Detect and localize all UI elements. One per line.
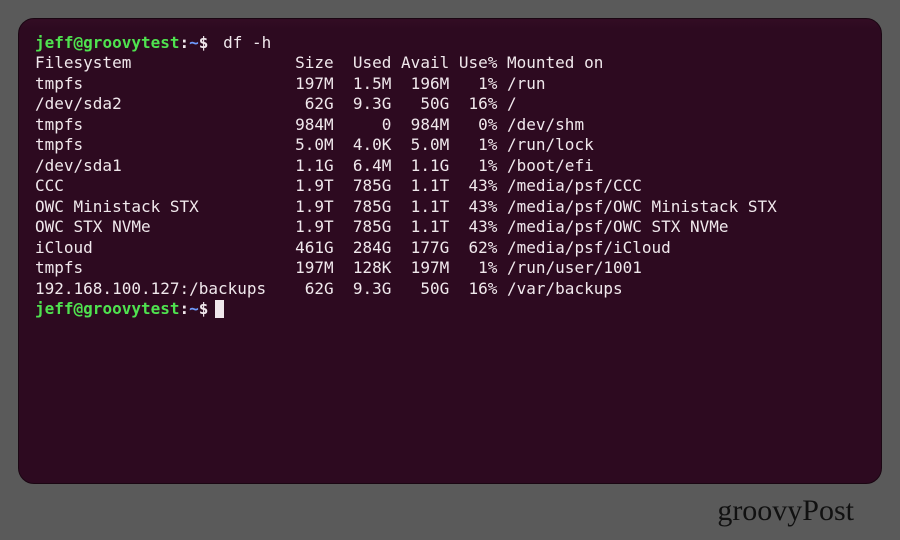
prompt-user: jeff: [35, 33, 74, 52]
prompt-dollar: $: [199, 33, 209, 52]
command-text: df -h: [223, 33, 271, 52]
watermark-text: groovyPost: [18, 484, 882, 528]
df-row: CCC 1.9T 785G 1.1T 43% /media/psf/CCC: [35, 176, 865, 196]
prompt-colon: :: [180, 33, 190, 52]
prompt-path: ~: [189, 299, 199, 318]
df-row: 192.168.100.127:/backups 62G 9.3G 50G 16…: [35, 279, 865, 299]
df-row: /dev/sda1 1.1G 6.4M 1.1G 1% /boot/efi: [35, 156, 865, 176]
prompt-colon: :: [180, 299, 190, 318]
df-row: iCloud 461G 284G 177G 62% /media/psf/iCl…: [35, 238, 865, 258]
prompt-line-2: jeff@groovytest:~$: [35, 299, 865, 319]
prompt-user: jeff: [35, 299, 74, 318]
prompt-line-1: jeff@groovytest:~$ df -h: [35, 33, 865, 53]
prompt-path: ~: [189, 33, 199, 52]
prompt-at: @: [74, 33, 84, 52]
df-row: /dev/sda2 62G 9.3G 50G 16% /: [35, 94, 865, 114]
screenshot-wrapper: jeff@groovytest:~$ df -h Filesystem Size…: [0, 0, 900, 540]
df-row: OWC Ministack STX 1.9T 785G 1.1T 43% /me…: [35, 197, 865, 217]
df-body: tmpfs 197M 1.5M 196M 1% /run/dev/sda2 62…: [35, 74, 865, 299]
df-row: tmpfs 984M 0 984M 0% /dev/shm: [35, 115, 865, 135]
df-row: tmpfs 5.0M 4.0K 5.0M 1% /run/lock: [35, 135, 865, 155]
df-row: OWC STX NVMe 1.9T 785G 1.1T 43% /media/p…: [35, 217, 865, 237]
window-titlebar: [19, 19, 881, 29]
df-header-row: Filesystem Size Used Avail Use% Mounted …: [35, 53, 865, 73]
df-row: tmpfs 197M 128K 197M 1% /run/user/1001: [35, 258, 865, 278]
prompt-host: groovytest: [83, 299, 179, 318]
df-row: tmpfs 197M 1.5M 196M 1% /run: [35, 74, 865, 94]
terminal-window[interactable]: jeff@groovytest:~$ df -h Filesystem Size…: [18, 18, 882, 484]
prompt-dollar: $: [199, 299, 209, 318]
prompt-host: groovytest: [83, 33, 179, 52]
cursor-block: [215, 300, 224, 318]
prompt-at: @: [74, 299, 84, 318]
